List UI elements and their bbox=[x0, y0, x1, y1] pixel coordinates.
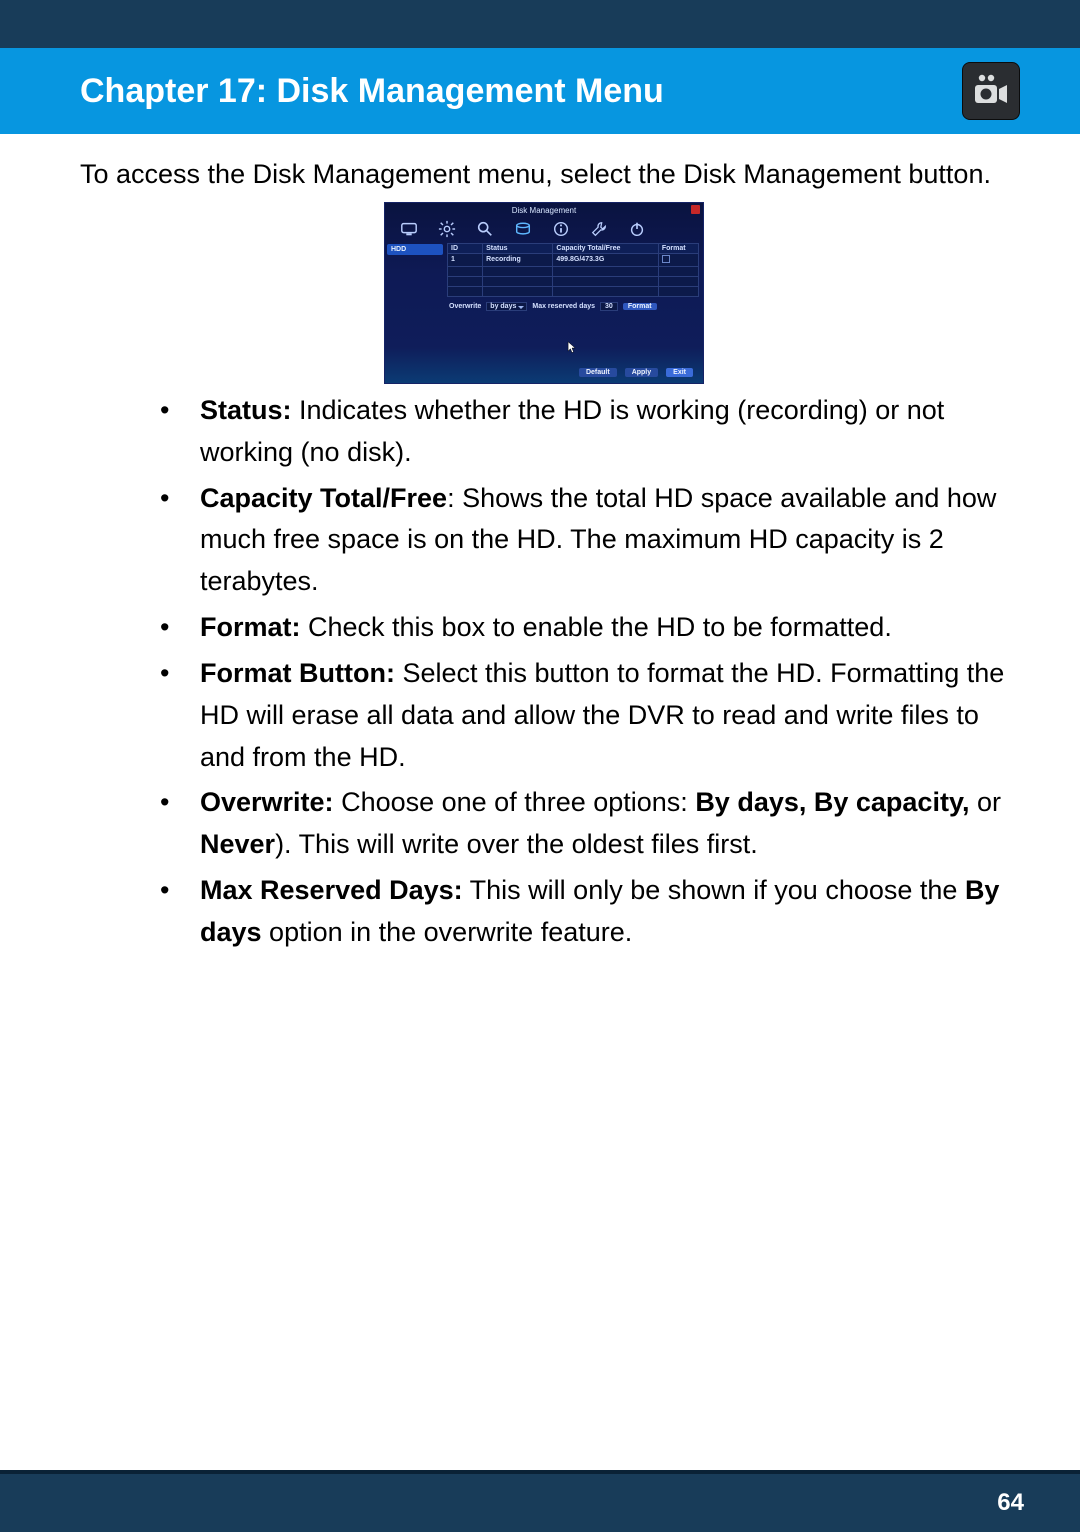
col-id: ID bbox=[448, 243, 483, 253]
format-button: Format bbox=[623, 303, 657, 310]
bullet-label: Max Reserved Days: bbox=[200, 875, 463, 905]
cursor-icon bbox=[567, 341, 577, 355]
disk-table: ID Status Capacity Total/Free Format 1 R… bbox=[447, 243, 699, 297]
disk-icon bbox=[513, 219, 533, 239]
exit-button: Exit bbox=[666, 368, 693, 377]
format-checkbox bbox=[662, 255, 670, 263]
cell-status: Recording bbox=[483, 253, 553, 266]
cell-id: 1 bbox=[448, 253, 483, 266]
bullet-text: or bbox=[969, 787, 1001, 817]
apply-button: Apply bbox=[625, 368, 658, 377]
bullet-label: Capacity Total/Free bbox=[200, 483, 447, 513]
bullet-text: Choose one of three options: bbox=[334, 787, 696, 817]
bullet-text: This will only be shown if you choose th… bbox=[463, 875, 965, 905]
list-item: Format Button: Select this button to for… bbox=[160, 653, 1008, 779]
search-icon bbox=[475, 219, 495, 239]
page-content: To access the Disk Management menu, sele… bbox=[0, 134, 1080, 1470]
col-format: Format bbox=[658, 243, 698, 253]
col-status: Status bbox=[483, 243, 553, 253]
max-days-label: Max reserved days bbox=[532, 303, 595, 310]
overwrite-select: by days bbox=[486, 302, 527, 311]
chapter-header: Chapter 17: Disk Management Menu bbox=[0, 48, 1080, 134]
list-item: Capacity Total/Free: Shows the total HD … bbox=[160, 478, 1008, 604]
top-bar bbox=[0, 0, 1080, 48]
cell-capacity: 499.8G/473.3G bbox=[553, 253, 658, 266]
col-capacity: Capacity Total/Free bbox=[553, 243, 658, 253]
screenshot-title: Disk Management bbox=[385, 203, 703, 217]
bullet-text: option in the overwrite feature. bbox=[262, 917, 633, 947]
info-icon bbox=[551, 219, 571, 239]
gear-icon bbox=[437, 219, 457, 239]
list-item: Overwrite: Choose one of three options: … bbox=[160, 782, 1008, 866]
bullet-text: Indicates whether the HD is working (rec… bbox=[200, 395, 944, 467]
bullet-label: Format Button: bbox=[200, 658, 395, 688]
overwrite-controls: Overwrite by days Max reserved days 30 F… bbox=[447, 297, 699, 313]
display-icon bbox=[399, 219, 419, 239]
bullet-text: ). This will write over the oldest files… bbox=[275, 829, 758, 859]
page-footer: 64 bbox=[0, 1470, 1080, 1532]
bullet-label: Status: bbox=[200, 395, 292, 425]
embedded-screenshot: Disk Management HDD ID Status Capacity bbox=[384, 202, 704, 384]
intro-text: To access the Disk Management menu, sele… bbox=[80, 154, 1008, 196]
table-row: 1 Recording 499.8G/473.3G bbox=[448, 253, 699, 266]
bullet-label: Format: bbox=[200, 612, 301, 642]
bullet-bold: By days, By capacity, bbox=[695, 787, 969, 817]
list-item: Format: Check this box to enable the HD … bbox=[160, 607, 1008, 649]
wrench-icon bbox=[589, 219, 609, 239]
page-number: 64 bbox=[997, 1489, 1024, 1517]
default-button: Default bbox=[579, 368, 617, 377]
bullet-text: Check this box to enable the HD to be fo… bbox=[301, 612, 892, 642]
chapter-title: Chapter 17: Disk Management Menu bbox=[80, 72, 664, 111]
screenshot-footer: Default Apply Exit bbox=[447, 364, 699, 383]
close-icon bbox=[691, 205, 700, 214]
bullet-label: Overwrite: bbox=[200, 787, 334, 817]
list-item: Status: Indicates whether the HD is work… bbox=[160, 390, 1008, 474]
bullet-list: Status: Indicates whether the HD is work… bbox=[80, 390, 1008, 954]
screenshot-title-text: Disk Management bbox=[512, 206, 576, 215]
cell-format bbox=[658, 253, 698, 266]
max-days-value: 30 bbox=[600, 302, 618, 311]
overwrite-label: Overwrite bbox=[449, 303, 481, 310]
screenshot-sidebar: HDD bbox=[385, 243, 443, 383]
sidebar-tab-hdd: HDD bbox=[387, 244, 443, 255]
bullet-bold: Never bbox=[200, 829, 275, 859]
list-item: Max Reserved Days: This will only be sho… bbox=[160, 870, 1008, 954]
camera-icon bbox=[962, 62, 1020, 120]
power-icon bbox=[627, 219, 647, 239]
screenshot-toolbar bbox=[385, 217, 703, 243]
